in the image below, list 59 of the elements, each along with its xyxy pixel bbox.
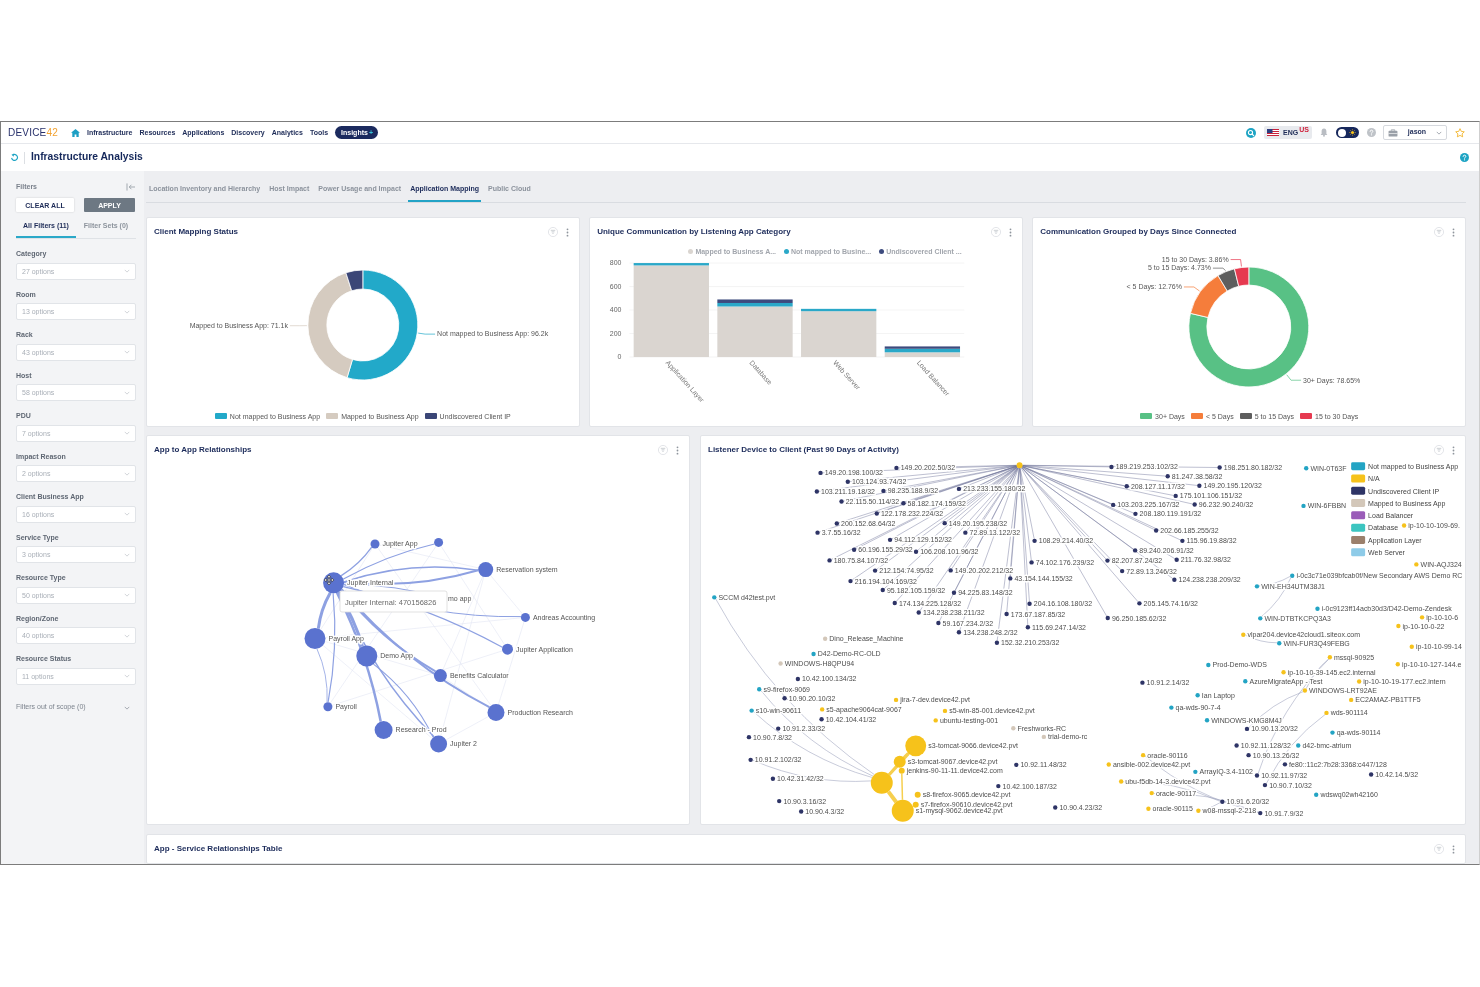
more-options-icon[interactable] [1452, 227, 1455, 237]
chevron-down-icon [124, 705, 130, 710]
help-icon[interactable] [1460, 153, 1469, 162]
more-options-icon[interactable] [1452, 445, 1455, 455]
more-options-icon[interactable] [1008, 227, 1012, 237]
graph-node [434, 537, 444, 547]
briefcase-icon [1388, 128, 1398, 137]
flag-icon [1267, 129, 1280, 136]
star-icon[interactable] [1455, 127, 1465, 138]
chevron-down-icon [124, 552, 130, 557]
leader-line [1230, 259, 1243, 267]
leader-line [1286, 374, 1302, 381]
chevron-down-icon [124, 471, 130, 476]
graph-node [502, 643, 513, 655]
chevron-down-icon [1436, 130, 1442, 135]
card-title: Client Mapping Status [154, 228, 238, 236]
sun-icon [1349, 129, 1356, 136]
graph-node [323, 702, 333, 712]
graph-node [478, 562, 494, 578]
graph-node [433, 669, 447, 683]
chevron-down-icon [124, 633, 130, 638]
more-options-icon[interactable] [565, 227, 569, 237]
chevron-down-icon [124, 309, 130, 314]
graph-node [487, 703, 505, 721]
leader-line [417, 332, 436, 335]
home-icon[interactable] [70, 128, 80, 137]
theme-toggle[interactable] [1336, 127, 1359, 138]
search-icon[interactable] [1246, 127, 1257, 138]
graph-node [374, 721, 393, 739]
chevron-down-icon [124, 512, 130, 516]
connection-line [886, 790, 898, 804]
chevron-down-icon [124, 674, 130, 678]
chevron-down-icon [124, 431, 130, 435]
refresh-icon[interactable] [10, 153, 19, 162]
more-options-icon[interactable] [676, 445, 679, 455]
brand-logo: DEVICE42 [8, 127, 58, 138]
leader-line [1212, 267, 1227, 271]
chevron-down-icon [124, 593, 130, 597]
graph-node [520, 612, 530, 622]
graph-node [430, 735, 448, 753]
help-icon[interactable] [1367, 128, 1376, 137]
chevron-down-icon [124, 269, 130, 273]
more-options-icon[interactable] [1452, 844, 1455, 854]
leader-line [289, 325, 308, 327]
graph-node [370, 539, 380, 549]
card-title: Communication Grouped by Days Since Connected [1040, 228, 1237, 236]
card-title: Unique Communication by Listening App Category [597, 228, 791, 236]
chevron-down-icon [124, 390, 130, 395]
leader-line [1183, 286, 1201, 292]
graph-node [304, 628, 326, 649]
card-title: App to App Relationships [154, 446, 252, 454]
move-cursor-icon [323, 574, 335, 586]
collapse-icon[interactable] [126, 183, 136, 191]
chevron-down-icon [124, 350, 130, 354]
card-title: Listener Device to Client (Past 90 Days of Activity) [708, 446, 899, 454]
notification-bell-icon[interactable] [1320, 128, 1328, 137]
graph-node [356, 645, 378, 667]
page-title: Infrastructure Analysis [31, 152, 143, 163]
card-title: App - Service Relationships Table [154, 845, 283, 853]
